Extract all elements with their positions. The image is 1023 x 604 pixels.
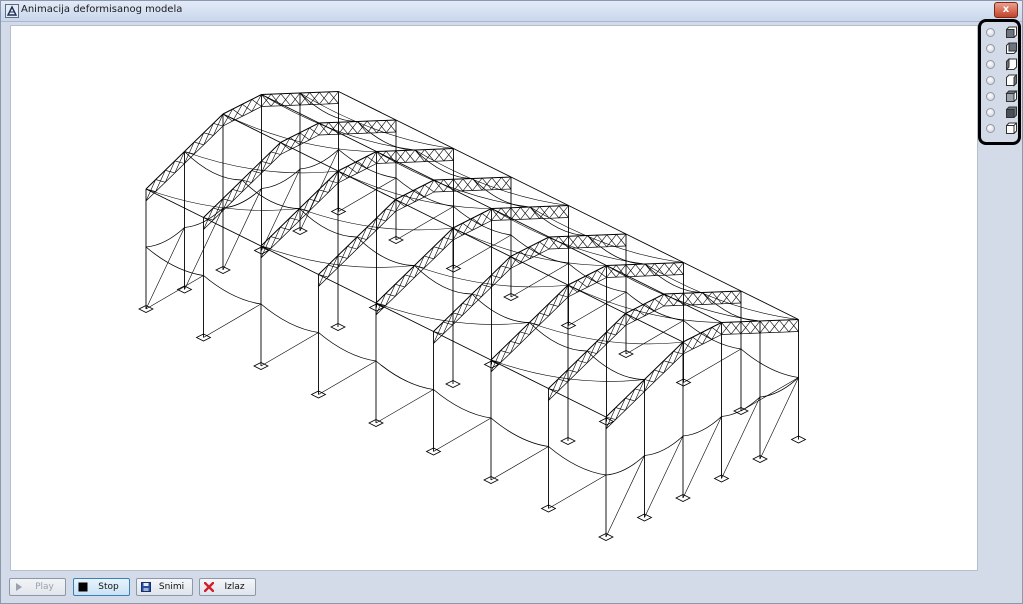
save-icon <box>141 582 151 592</box>
exit-icon <box>204 582 214 592</box>
stop-button[interactable]: Stop <box>73 578 130 596</box>
view-bottom-icon[interactable] <box>1005 106 1018 119</box>
control-toolbar: Play Stop Snimi Izlaz <box>1 573 1022 603</box>
view-selector-panel <box>978 19 1021 145</box>
title-bar[interactable]: Animacija deformisanog modela x <box>1 1 1022 22</box>
play-button[interactable]: Play <box>9 578 66 596</box>
exit-button[interactable]: Izlaz <box>199 578 256 596</box>
view-option-top[interactable] <box>985 90 1019 104</box>
close-button[interactable]: x <box>994 2 1018 18</box>
view-radio[interactable] <box>986 28 995 37</box>
view-option-left[interactable] <box>985 58 1019 72</box>
save-label: Snimi <box>158 582 185 592</box>
view-front-icon[interactable] <box>1005 26 1018 39</box>
view-back-icon[interactable] <box>1005 42 1018 55</box>
view-radio[interactable] <box>986 44 995 53</box>
view-left-icon[interactable] <box>1005 58 1018 71</box>
view-right-icon[interactable] <box>1005 74 1018 87</box>
model-canvas[interactable] <box>10 25 978 571</box>
view-option-back[interactable] <box>985 42 1019 56</box>
exit-label: Izlaz <box>224 582 245 592</box>
app-icon <box>5 4 19 18</box>
view-radio[interactable] <box>986 92 995 101</box>
view-top-icon[interactable] <box>1005 90 1018 103</box>
view-option-iso[interactable] <box>985 122 1019 136</box>
view-radio[interactable] <box>986 60 995 69</box>
play-icon <box>16 583 22 591</box>
view-option-front[interactable] <box>985 26 1019 40</box>
deformed-model-wireframe <box>138 91 807 541</box>
save-button[interactable]: Snimi <box>136 578 193 596</box>
window-title: Animacija deformisanog modela <box>21 4 183 15</box>
view-option-bottom[interactable] <box>985 106 1019 120</box>
play-label: Play <box>35 582 54 592</box>
view-radio[interactable] <box>986 124 995 133</box>
view-radio[interactable] <box>986 76 995 85</box>
view-radio[interactable] <box>986 108 995 117</box>
view-iso-icon[interactable] <box>1005 122 1018 135</box>
stop-icon <box>78 582 88 592</box>
animation-window: Animacija deformisanog modela x Play Sto… <box>0 0 1023 604</box>
view-option-right[interactable] <box>985 74 1019 88</box>
stop-label: Stop <box>98 582 119 592</box>
